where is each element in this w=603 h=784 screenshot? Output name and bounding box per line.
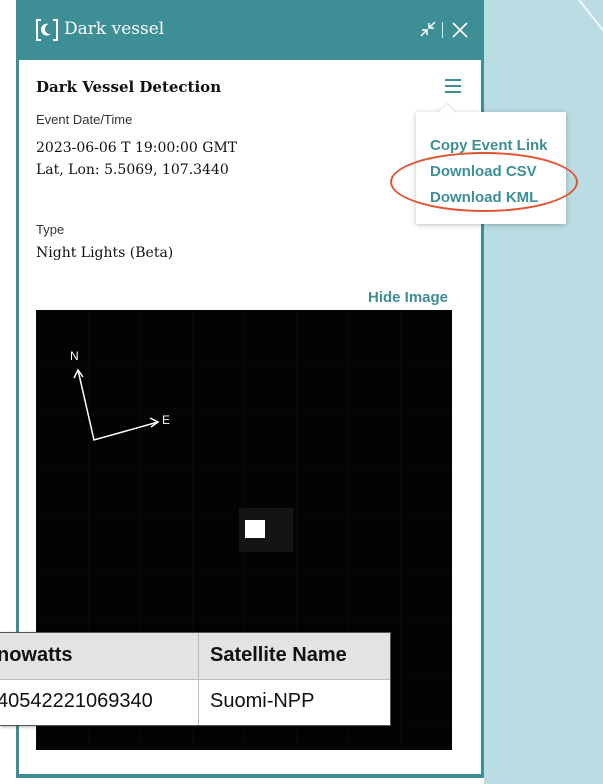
col-header-nowatts: nowatts — [0, 644, 73, 666]
dropdown-caret — [438, 104, 456, 113]
hide-image-link[interactable]: Hide Image — [368, 289, 448, 306]
type-label: Type — [36, 222, 65, 237]
type-value: Night Lights (Beta) — [36, 245, 174, 261]
minimize-arrows-icon[interactable] — [419, 20, 437, 42]
cell-satellite: Suomi-NPP — [210, 690, 315, 712]
header-separator — [442, 22, 443, 38]
compass-icon: N E — [70, 349, 170, 441]
event-datetime-value: 2023-06-06 T 19:00:00 GMT — [36, 140, 238, 156]
latlon-value: Lat, Lon: 5.5069, 107.3440 — [36, 162, 229, 178]
data-table: nowatts Satellite Name 40542221069340 Su… — [0, 632, 391, 726]
event-datetime-label: Event Date/Time — [36, 112, 133, 127]
compass-n-label: N — [70, 349, 79, 363]
hamburger-menu-icon[interactable] — [443, 78, 463, 94]
table-header: nowatts Satellite Name — [0, 633, 390, 680]
compass-e-label: E — [162, 413, 170, 427]
panel-header: Dark vessel — [19, 0, 481, 60]
section-title: Dark Vessel Detection — [36, 78, 222, 96]
close-icon[interactable] — [450, 20, 470, 42]
col-header-satellite: Satellite Name — [210, 644, 347, 666]
detection-spot — [245, 520, 265, 538]
cell-nowatts: 40542221069340 — [0, 690, 153, 712]
table-divider — [198, 633, 199, 725]
moon-bracket-icon — [35, 18, 59, 42]
panel-title: Dark vessel — [64, 19, 165, 39]
highlight-annotation — [390, 152, 578, 212]
